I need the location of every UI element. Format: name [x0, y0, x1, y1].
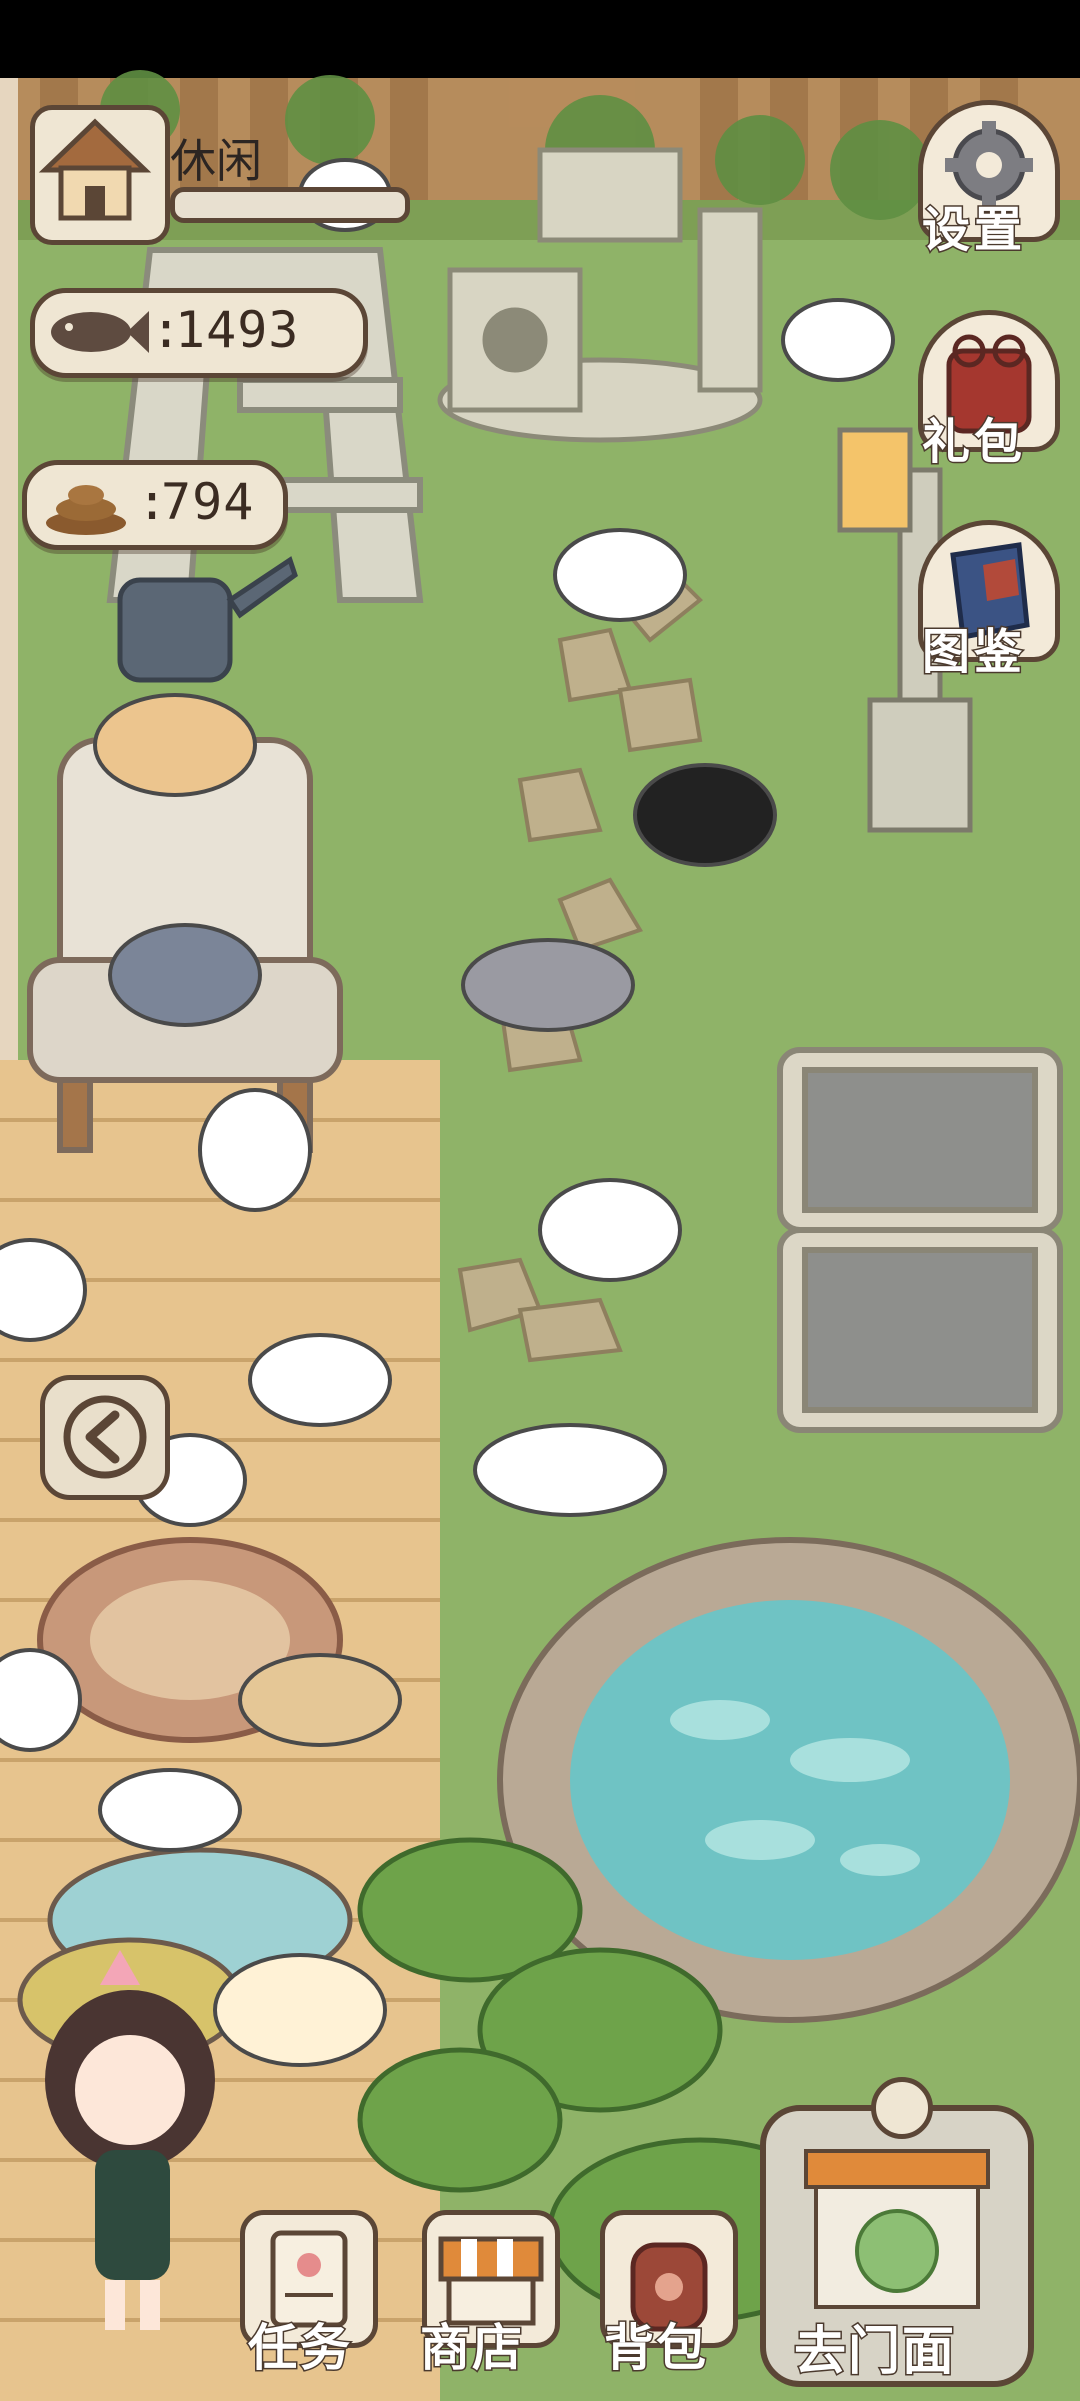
gift-button[interactable]: 礼包 — [910, 310, 1060, 472]
settings-button[interactable]: 设置 — [910, 100, 1060, 260]
status-panel: 休闲 — [30, 105, 410, 245]
storefront-button[interactable]: 去门面 — [760, 2077, 1034, 2387]
storefront-bell-icon — [871, 2077, 933, 2139]
catalog-label: 图鉴 — [920, 623, 1027, 682]
poop-icon — [41, 471, 131, 541]
poop-counter: : 794 — [22, 460, 288, 550]
task-button[interactable]: 任务 — [230, 2210, 380, 2379]
status-label: 休闲 — [170, 134, 262, 188]
collapse-left-button[interactable] — [40, 1375, 170, 1500]
poop-count: 794 — [161, 473, 255, 531]
shop-button[interactable]: 商店 — [410, 2210, 570, 2379]
shop-label: 商店 — [419, 2318, 524, 2379]
task-label: 任务 — [247, 2318, 352, 2379]
bag-button[interactable]: 背包 — [590, 2210, 740, 2379]
storefront-icon — [804, 2149, 990, 2309]
catalog-button[interactable]: 图鉴 — [910, 520, 1060, 682]
fish-count: 1493 — [175, 301, 300, 359]
settings-label: 设置 — [920, 201, 1027, 260]
bag-label: 背包 — [603, 2318, 708, 2379]
chevron-left-icon — [63, 1395, 147, 1479]
fish-counter: : 1493 — [30, 288, 368, 378]
status-progress-bar — [170, 187, 410, 223]
house-icon[interactable] — [30, 105, 170, 245]
planter-boxes — [777, 1047, 1063, 1433]
gift-label: 礼包 — [920, 413, 1027, 472]
storefront-label: 去门面 — [792, 2321, 957, 2384]
fish-icon — [43, 299, 153, 369]
